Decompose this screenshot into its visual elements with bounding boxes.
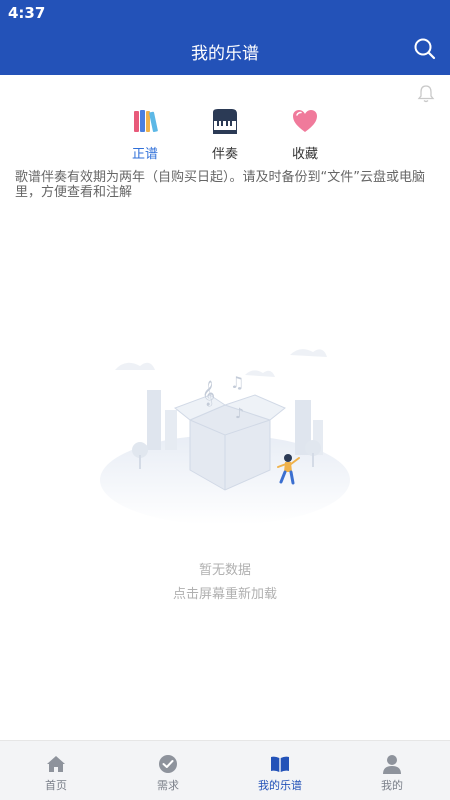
status-bar: 4:37	[0, 0, 450, 24]
svg-text:♪: ♪	[235, 406, 244, 422]
bell-icon[interactable]	[416, 84, 436, 104]
nav-label: 首页	[45, 779, 67, 792]
nav-home[interactable]: 首页	[0, 741, 112, 800]
svg-text:𝄞: 𝄞	[202, 380, 215, 406]
tab-sheet-music[interactable]: 正谱	[115, 106, 175, 162]
heart-icon	[293, 110, 317, 132]
nav-profile[interactable]: 我的	[336, 741, 448, 800]
bottom-nav: 首页 需求 我的乐谱 我的	[0, 740, 450, 800]
page-title: 我的乐谱	[191, 44, 259, 64]
user-icon	[383, 755, 401, 774]
nav-label: 需求	[157, 779, 179, 792]
nav-label: 我的乐谱	[258, 779, 302, 792]
nav-my-scores[interactable]: 我的乐谱	[224, 741, 336, 800]
search-icon[interactable]	[412, 36, 438, 62]
tab-favorites[interactable]: 收藏	[275, 106, 335, 162]
app-bar: 我的乐谱	[0, 24, 450, 75]
check-circle-icon	[159, 755, 177, 773]
open-book-icon	[271, 756, 289, 772]
nav-requests[interactable]: 需求	[112, 741, 224, 800]
status-time: 4:37	[8, 4, 46, 22]
tab-label: 正谱	[131, 147, 158, 162]
empty-box-illustration: 𝄞 ♫ ♪	[100, 349, 350, 525]
tab-accompaniment[interactable]: 伴奏	[195, 106, 255, 162]
validity-notice: 歌谱伴奏有效期为两年（自购买日起）。请及时备份到“文件”云盘或电脑里，方便查看和…	[15, 170, 425, 200]
books-icon	[134, 110, 158, 133]
empty-state-title: 暂无数据	[198, 563, 251, 578]
piano-icon	[213, 109, 237, 134]
home-icon	[47, 756, 65, 772]
svg-text:♫: ♫	[230, 373, 244, 392]
tab-label: 伴奏	[211, 147, 238, 162]
reload-hint[interactable]: 点击屏幕重新加载	[0, 583, 450, 602]
nav-label: 我的	[381, 779, 403, 792]
tab-label: 收藏	[291, 147, 318, 162]
tab-bar: 正谱 伴奏 收藏	[0, 106, 450, 162]
